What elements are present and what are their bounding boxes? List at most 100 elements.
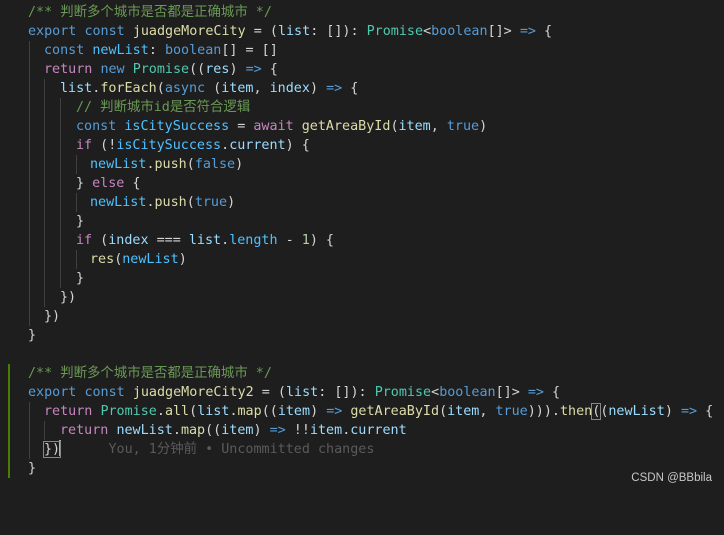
operator: ( xyxy=(92,233,109,248)
indent-guide xyxy=(76,193,77,212)
code-editor[interactable]: /** 判断多个城市是否都是正确城市 */ export const juadg… xyxy=(0,0,724,494)
indent-guide xyxy=(60,250,61,269)
indent-guide xyxy=(60,269,61,288)
indent-guide xyxy=(29,174,30,193)
parameter: newList xyxy=(116,423,173,438)
operator: }) xyxy=(44,309,61,324)
keyword: return xyxy=(44,404,93,419)
keyword: return xyxy=(60,423,109,438)
git-added-marker[interactable] xyxy=(8,440,10,459)
variable: list xyxy=(60,81,93,96)
method: forEach xyxy=(100,81,157,96)
code-line: }) xyxy=(0,288,724,307)
indent-guide xyxy=(29,136,30,155)
variable: item xyxy=(398,119,431,134)
line-comment: // 判断城市id是否符合逻辑 xyxy=(76,100,251,115)
keyword: export xyxy=(28,24,77,39)
indent-guide xyxy=(44,155,45,174)
operator: (( xyxy=(261,404,278,419)
indent-guide xyxy=(44,79,45,98)
code-line: }) xyxy=(0,307,724,326)
indent-guide xyxy=(29,288,30,307)
git-added-marker[interactable] xyxy=(8,459,10,478)
method: map xyxy=(180,423,206,438)
code-line: res(newList) xyxy=(0,250,724,269)
operator: . xyxy=(146,157,155,172)
code-line: return new Promise((res) => { xyxy=(0,60,724,79)
operator: ( xyxy=(186,157,195,172)
variable: list xyxy=(188,233,222,248)
operator: , xyxy=(253,81,270,96)
operator: { xyxy=(261,62,278,77)
indent-guide xyxy=(60,117,61,136)
code-line: return newList.map((item) => !!item.curr… xyxy=(0,421,724,440)
keyword: new xyxy=(100,62,125,77)
indent-guide xyxy=(60,98,61,117)
operator: = ( xyxy=(253,385,286,400)
function-call: getAreaById xyxy=(301,119,391,134)
doc-comment: /** 判断多个城市是否都是正确城市 */ xyxy=(28,366,272,381)
indent-guide xyxy=(29,117,30,136)
code-line: }) You, 1分钟前 • Uncommitted changes xyxy=(0,440,724,459)
function-call: getAreaById xyxy=(350,404,440,419)
indent-guide xyxy=(29,402,30,421)
operator: { xyxy=(697,404,714,419)
operator: ( xyxy=(186,195,195,210)
indent-guide xyxy=(44,117,45,136)
arrow: => xyxy=(527,385,544,400)
keyword: export xyxy=(28,385,77,400)
operator: ))). xyxy=(527,404,560,419)
git-added-marker[interactable] xyxy=(8,364,10,383)
indent-guide xyxy=(44,174,45,193)
code-line: list.forEach(async (item, index) => { xyxy=(0,79,724,98)
parameter: index xyxy=(269,81,310,96)
indent-guide xyxy=(60,193,61,212)
operator: = ( xyxy=(245,24,278,39)
indent-guide xyxy=(60,155,61,174)
arrow: => xyxy=(519,24,536,39)
operator: } xyxy=(76,271,85,286)
literal: true xyxy=(194,195,228,210)
literal: true xyxy=(446,119,480,134)
parameter: newList xyxy=(608,404,665,419)
operator: . xyxy=(146,195,155,210)
parameter: list xyxy=(286,385,319,400)
code-line: } xyxy=(0,212,724,231)
operator: = xyxy=(229,119,254,134)
indent-guide xyxy=(60,136,61,155)
operator: ) { xyxy=(309,233,334,248)
keyword: if xyxy=(76,138,93,153)
indent-guide xyxy=(44,288,45,307)
code-line: newList.push(false) xyxy=(0,155,724,174)
method: then xyxy=(560,404,593,419)
indent-guide xyxy=(60,212,61,231)
code-line: } xyxy=(0,459,724,478)
operator: { xyxy=(124,176,141,191)
parameter: item xyxy=(277,404,311,419)
indent-guide xyxy=(44,250,45,269)
operator: : []): xyxy=(318,385,375,400)
operator: ( xyxy=(156,81,165,96)
method: push xyxy=(154,195,187,210)
indent-guide xyxy=(29,155,30,174)
git-added-marker[interactable] xyxy=(8,402,10,421)
operator: ) xyxy=(479,119,488,134)
operator: < xyxy=(431,385,440,400)
variable: index xyxy=(108,233,149,248)
git-added-marker[interactable] xyxy=(8,421,10,440)
git-added-marker[interactable] xyxy=(8,383,10,402)
indent-guide xyxy=(44,98,45,117)
operator: ) xyxy=(227,195,236,210)
operator: . xyxy=(229,404,238,419)
property: length xyxy=(229,233,278,248)
indent-guide xyxy=(29,79,30,98)
variable: newList xyxy=(90,195,147,210)
code-line: return Promise.all(list.map((item) => ge… xyxy=(0,402,724,421)
operator: []> xyxy=(487,24,520,39)
variable: item xyxy=(309,423,343,438)
operator: , xyxy=(479,404,496,419)
function-call: res xyxy=(90,252,115,267)
indent-guide xyxy=(29,212,30,231)
operator: (( xyxy=(189,62,206,77)
variable: list xyxy=(197,404,230,419)
